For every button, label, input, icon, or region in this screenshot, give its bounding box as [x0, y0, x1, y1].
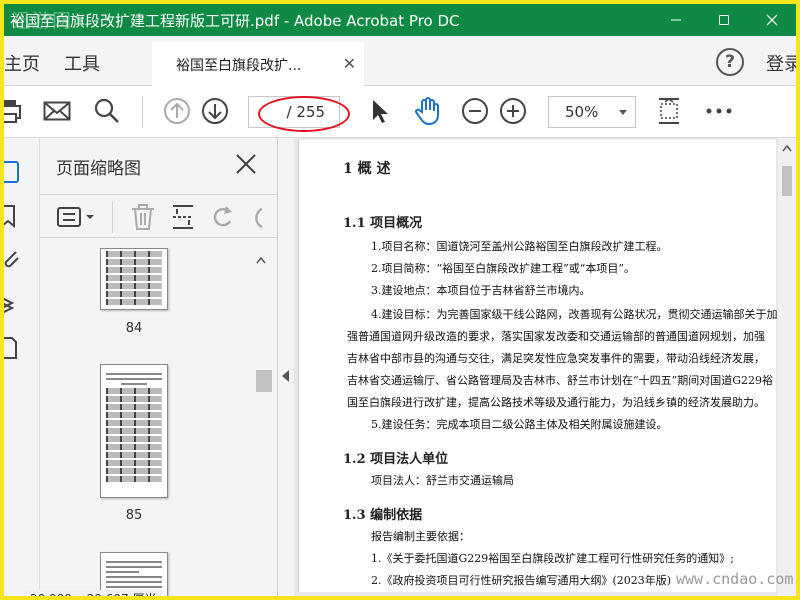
hand-tool-button[interactable] — [412, 96, 442, 126]
nav-row: 主页 工具 裕国至白旗段改扩... ✕ ? 登录 — [4, 36, 796, 86]
search-icon — [94, 98, 119, 123]
main-toolbar: / 255 50% — [4, 86, 796, 138]
thumbnail-page-number: 85 — [125, 508, 143, 523]
options-button[interactable] — [56, 203, 96, 231]
bookmarks-icon[interactable] — [4, 204, 24, 228]
watermark-logo: 迅游网 — [12, 10, 73, 32]
paragraph-line: 项目法人：舒兰市交通运输局 — [371, 474, 514, 487]
document-tab-close-button[interactable]: ✕ — [343, 54, 356, 73]
watermark-url: www.cndao.com — [676, 570, 794, 588]
tools-tab[interactable]: 工具 — [64, 50, 100, 76]
previous-page-button[interactable] — [162, 96, 192, 126]
section-heading: 1.2 项目法人单位 — [343, 452, 449, 467]
zoom-in-button[interactable] — [498, 96, 528, 126]
paragraph-line: 3.建设地点：本项目位于吉林省舒兰市境内。 — [371, 284, 591, 297]
minimize-icon — [671, 19, 681, 21]
page-size-status: 20.999 x 29.697 厘米 — [24, 590, 163, 596]
maximize-icon — [719, 15, 729, 25]
page-thumbnail[interactable] — [100, 364, 168, 498]
minimize-button[interactable] — [652, 4, 700, 36]
zoom-level-value: 50% — [565, 103, 599, 121]
thumbnail-page-number: 84 — [125, 321, 143, 336]
more-tools-button[interactable] — [704, 96, 734, 126]
arrow-down-circle-icon — [202, 98, 228, 124]
left-navigation-rail — [4, 138, 40, 596]
extract-pages-icon — [173, 205, 193, 229]
document-tab-label: 裕国至白旗段改扩... — [176, 58, 302, 74]
scroll-up-icon[interactable] — [782, 144, 792, 152]
section-heading: 1.3 编制依据 — [343, 508, 423, 523]
panel-title: 页面缩略图 — [56, 159, 141, 179]
print-button[interactable] — [4, 96, 24, 126]
fit-page-icon — [659, 98, 679, 124]
zoom-level-select[interactable]: 50% — [548, 96, 636, 128]
close-icon — [766, 14, 778, 26]
sign-in-link[interactable]: 登录 — [766, 50, 796, 76]
paragraph-line: 5.建设任务：完成本项目二级公路主体及相关附属设施建设。 — [371, 418, 668, 431]
paragraph-line: 报告编制主要依据： — [371, 530, 470, 543]
extract-pages-button[interactable] — [170, 203, 196, 231]
rotate-icon — [213, 206, 232, 227]
arrow-up-circle-icon — [164, 98, 190, 124]
zoom-out-icon — [462, 98, 488, 124]
page-thumbnail[interactable] — [100, 248, 168, 310]
maximize-button[interactable] — [700, 4, 748, 36]
window-title: 裕国至白旗段改扩建工程新版工可研.pdf - Adobe Acrobat Pro… — [10, 11, 460, 30]
pdf-page: 1 概 述 1.1 项目概况 1.项目名称：国道饶河至盖州公路裕国至白旗段改扩建… — [298, 140, 778, 592]
paragraph-line: 4.建设目标：为完善国家级干线公路网，改善现有公路状况，贯彻交通运输部关于加 — [371, 308, 778, 321]
attachments-icon[interactable] — [4, 246, 24, 270]
layers-icon[interactable] — [4, 292, 24, 316]
delete-pages-button[interactable] — [130, 203, 156, 231]
email-button[interactable] — [42, 96, 72, 126]
paragraph-line: 吉林省交通运输厅、省公路管理局及吉林市、舒兰市计划在“十四五”期间对国道G229… — [347, 374, 774, 387]
paragraph-line: 强普通国道网升级改造的要求，落实国家发改委和交通运输部的普通国道网规划，加强 — [347, 330, 765, 343]
document-tab[interactable]: 裕国至白旗段改扩... ✕ — [152, 42, 364, 86]
options-list-icon — [57, 207, 94, 227]
mail-icon — [43, 101, 71, 121]
page-thumbnails-icon[interactable] — [4, 160, 24, 184]
title-bar: 裕国至白旗段改扩建工程新版工可研.pdf - Adobe Acrobat Pro… — [4, 4, 796, 36]
document-scrollbar-thumb[interactable] — [782, 166, 792, 196]
close-window-button[interactable] — [748, 4, 796, 36]
scroll-up-icon[interactable] — [256, 256, 266, 264]
paragraph-line: 吉林省中部市县的沟通与交往，满足突发性应急突发事件的需要，带动沿线经济发展， — [347, 352, 765, 365]
search-button[interactable] — [92, 96, 122, 126]
rotate-pages-button[interactable] — [210, 203, 236, 231]
home-tab[interactable]: 主页 — [4, 50, 40, 76]
thumbnail-list: 84 85 — [40, 248, 278, 596]
acrobat-window: 裕国至白旗段改扩建工程新版工可研.pdf - Adobe Acrobat Pro… — [0, 0, 800, 600]
rotate-right-button[interactable] — [252, 203, 278, 231]
toolbar-divider — [142, 96, 143, 128]
paragraph-line: 1.项目名称：国道饶河至盖州公路裕国至白旗段改扩建工程。 — [371, 240, 668, 253]
select-tool-button[interactable] — [366, 96, 392, 126]
panel-divider — [112, 201, 113, 233]
close-panel-icon[interactable] — [234, 152, 258, 176]
collapse-panel-icon[interactable] — [282, 370, 289, 382]
zoom-in-icon — [500, 98, 526, 124]
highlight-ellipse — [258, 96, 350, 132]
paragraph-line: 1.《关于委托国道G229裕国至白旗段改扩建工程可行性研究任务的通知》; — [371, 552, 734, 565]
trash-icon — [132, 204, 154, 230]
rotate-right-icon — [255, 207, 263, 229]
more-icon — [706, 108, 732, 114]
next-page-button[interactable] — [200, 96, 230, 126]
help-icon[interactable]: ? — [716, 48, 744, 76]
hand-icon — [415, 97, 439, 126]
document-viewer: 1 概 述 1.1 项目概况 1.项目名称：国道饶河至盖州公路裕国至白旗段改扩建… — [294, 138, 796, 596]
paragraph-line: 2.项目简称：“裕国至白旗段改扩建工程”或“本项目”。 — [371, 262, 635, 275]
zoom-out-button[interactable] — [460, 96, 490, 126]
panel-toolbar — [40, 194, 278, 238]
document-icon[interactable] — [4, 336, 24, 360]
fit-page-button[interactable] — [654, 96, 684, 126]
section-heading: 1.1 项目概况 — [343, 216, 423, 231]
paragraph-line: 2.《政府投资项目可行性研究报告编写通用大纲》(2023年版) — [371, 574, 672, 587]
chapter-heading: 1 概 述 — [343, 161, 391, 177]
cursor-arrow-icon — [373, 100, 388, 123]
page-thumbnails-panel: 页面缩略图 84 85 — [40, 138, 278, 596]
document-scrollbar[interactable] — [778, 138, 796, 596]
paragraph-line: 国至白旗段进行改扩建，提高公路技术等级及通行能力，为沿线乡镇的经济发展助力。 — [347, 396, 765, 409]
chevron-down-icon — [619, 110, 627, 115]
thumbnail-scrollbar-thumb[interactable] — [256, 370, 272, 392]
print-icon — [4, 100, 21, 123]
